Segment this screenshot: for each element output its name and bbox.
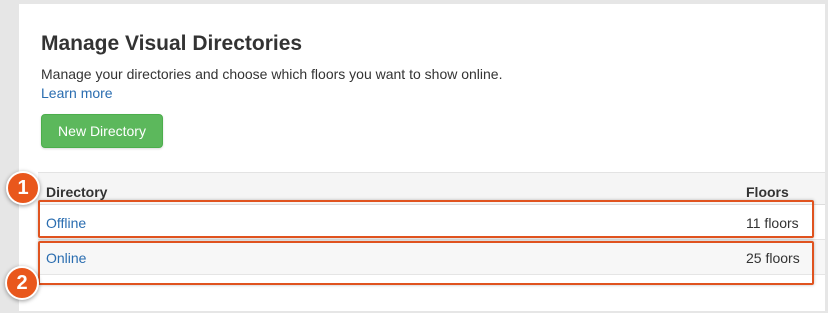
floor-count: 25 floors — [746, 250, 800, 266]
step-marker-1: 1 — [6, 171, 40, 205]
page-description: Manage your directories and choose which… — [41, 66, 503, 82]
step-marker-2: 2 — [5, 266, 39, 300]
table-row: Online 25 floors — [38, 240, 825, 275]
directory-link-offline[interactable]: Offline — [46, 215, 86, 231]
column-header-floors: Floors — [746, 184, 789, 200]
directories-panel: Manage Visual Directories Manage your di… — [19, 4, 825, 311]
learn-more-link[interactable]: Learn more — [41, 85, 113, 101]
directories-table: Directory Floors Offline 11 floors Onlin… — [38, 172, 825, 275]
column-header-directory: Directory — [46, 184, 108, 200]
page-title: Manage Visual Directories — [41, 32, 303, 55]
floor-count: 11 floors — [746, 215, 799, 231]
table-header: Directory Floors — [38, 172, 825, 205]
directory-link-online[interactable]: Online — [46, 250, 86, 266]
table-row: Offline 11 floors — [38, 205, 825, 240]
new-directory-button[interactable]: New Directory — [41, 114, 163, 148]
